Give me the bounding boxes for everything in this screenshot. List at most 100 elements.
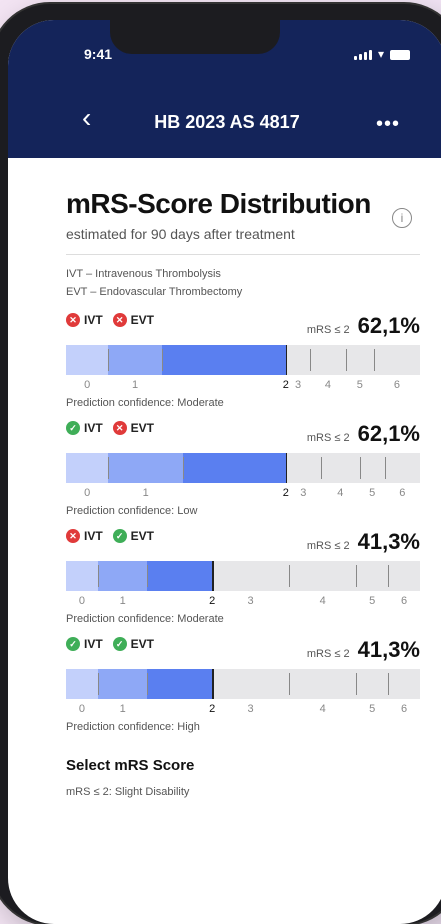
axis-label-1: 1 — [119, 595, 126, 607]
axis-label-3: 3 — [247, 703, 254, 715]
evt-label: EVT — [130, 313, 155, 327]
bar-segment-2 — [147, 669, 213, 699]
section-heading: mRS-Score Distribution — [66, 188, 371, 219]
evt-tag: ✓ EVT — [112, 637, 155, 651]
battery-icon — [390, 50, 410, 60]
cross-icon: ✕ — [112, 313, 127, 327]
selected-score[interactable]: mRS ≤ 2: Slight Disability — [66, 786, 420, 798]
ivt-tag: ✓ IVT — [66, 637, 103, 651]
axis-label-0: 0 — [84, 487, 91, 499]
evt-tag: ✓ EVT — [112, 529, 155, 543]
legend-evt: EVT – Endovascular Thrombectomy — [66, 286, 243, 298]
bar-segment-1 — [97, 669, 148, 699]
bar-segment-0 — [66, 669, 98, 699]
ivt-tag: ✕ IVT — [66, 529, 103, 543]
gridline — [289, 565, 291, 587]
evt-tag: ✕ EVT — [112, 313, 155, 327]
check-icon: ✓ — [112, 529, 127, 543]
prediction-confidence: Prediction confidence: Moderate — [66, 613, 224, 625]
evt-label: EVT — [130, 529, 155, 543]
bar-segment-0 — [66, 561, 98, 591]
axis-label-6: 6 — [393, 379, 401, 391]
gridline — [147, 565, 149, 587]
gridline — [320, 457, 322, 479]
threshold-tick — [212, 669, 214, 699]
cross-icon: ✕ — [66, 313, 80, 327]
axis-label-2: 2 — [282, 379, 289, 391]
scenario-card: ✓ IVT ✓ EVT mRS ≤ 2 41,3% 0 1 2 3 4 5 6 Prediction co… — [66, 637, 420, 733]
score-axis: 0 1 2 3 4 5 6 — [66, 595, 420, 611]
axis-label-6: 6 — [401, 595, 408, 607]
status-icons: ▾ — [353, 48, 410, 60]
axis-label-3: 3 — [294, 379, 302, 391]
score-summary: mRS ≤ 2 62,1% — [307, 313, 420, 339]
section-subtitle: estimated for 90 days after treatment — [66, 226, 295, 242]
gridline — [108, 349, 110, 371]
evt-tag: ✕ EVT — [112, 421, 155, 435]
prediction-confidence: Prediction confidence: Low — [66, 505, 198, 517]
notch — [110, 20, 280, 54]
bar-segment-1 — [108, 345, 162, 375]
select-score-title: Select mRS Score — [66, 757, 195, 774]
axis-label-1: 1 — [142, 487, 149, 499]
score-label: mRS ≤ 2 — [306, 648, 350, 660]
axis-label-5: 5 — [369, 703, 376, 715]
axis-label-0: 0 — [78, 595, 85, 607]
axis-label-4: 4 — [319, 595, 326, 607]
score-label: mRS ≤ 2 — [306, 540, 350, 552]
scenario-card: ✓ IVT ✕ EVT mRS ≤ 2 62,1% 0 1 2 3 4 5 6 Prediction co… — [66, 421, 420, 517]
axis-label-2: 2 — [209, 703, 216, 715]
gridline — [182, 457, 184, 479]
ivt-label: IVT — [84, 529, 103, 543]
ivt-tag: ✕ IVT — [66, 313, 103, 327]
distribution-bar — [66, 561, 420, 591]
cross-icon: ✕ — [112, 421, 127, 435]
more-options-button[interactable]: ••• — [376, 114, 400, 134]
gridline — [356, 673, 358, 695]
ivt-tag: ✓ IVT — [66, 421, 103, 435]
gridline — [97, 673, 99, 695]
axis-label-6: 6 — [401, 703, 408, 715]
score-value: 62,1% — [357, 313, 420, 338]
gridline — [97, 565, 99, 587]
threshold-tick — [285, 345, 288, 375]
gridline — [359, 457, 361, 479]
axis-label-5: 5 — [369, 595, 376, 607]
bar-segment-2 — [182, 453, 286, 483]
score-value: 41,3% — [357, 529, 420, 554]
gridline — [388, 673, 390, 695]
score-summary: mRS ≤ 2 41,3% — [307, 529, 420, 555]
check-icon: ✓ — [112, 637, 127, 651]
axis-label-2: 2 — [209, 595, 216, 607]
axis-label-2: 2 — [282, 487, 289, 499]
app-header: 9:41 ▾ ‹ HB 2023 AS 4817 ••• — [8, 20, 441, 158]
gridline — [356, 565, 358, 587]
evt-label: EVT — [130, 421, 155, 435]
legend: IVT – Intravenous Thrombolysis EVT – End… — [66, 265, 420, 301]
gridline — [147, 673, 149, 695]
bar-segment-2 — [147, 561, 213, 591]
bar-segment-0 — [66, 345, 109, 375]
bar-segment-1 — [108, 453, 183, 483]
gridline — [384, 457, 386, 479]
gridline — [310, 349, 312, 371]
gridline — [108, 457, 110, 479]
gridline — [373, 349, 375, 371]
ivt-label: IVT — [84, 421, 103, 435]
gridline — [161, 349, 163, 371]
gridline — [345, 349, 347, 371]
status-time: 9:41 — [84, 46, 113, 62]
score-axis: 0 1 2 3 4 5 6 — [66, 703, 420, 719]
ivt-label: IVT — [84, 637, 103, 651]
check-icon: ✓ — [66, 421, 80, 435]
scenario-card: ✕ IVT ✕ EVT mRS ≤ 2 62,1% 0 1 2 3 4 5 6 Prediction co… — [66, 313, 420, 409]
distribution-bar — [66, 453, 420, 483]
distribution-bar — [66, 669, 420, 699]
scenario-list: ✕ IVT ✕ EVT mRS ≤ 2 62,1% 0 1 2 3 4 5 6 Prediction co… — [66, 313, 420, 733]
info-icon[interactable]: i — [392, 208, 412, 228]
phone-frame: 9:41 ▾ ‹ HB 2023 AS 4817 ••• mRS-Score D… — [0, 4, 441, 924]
bar-segment-2 — [161, 345, 286, 375]
score-label: mRS ≤ 2 — [306, 432, 350, 444]
evt-label: EVT — [130, 637, 155, 651]
axis-label-3: 3 — [247, 595, 254, 607]
